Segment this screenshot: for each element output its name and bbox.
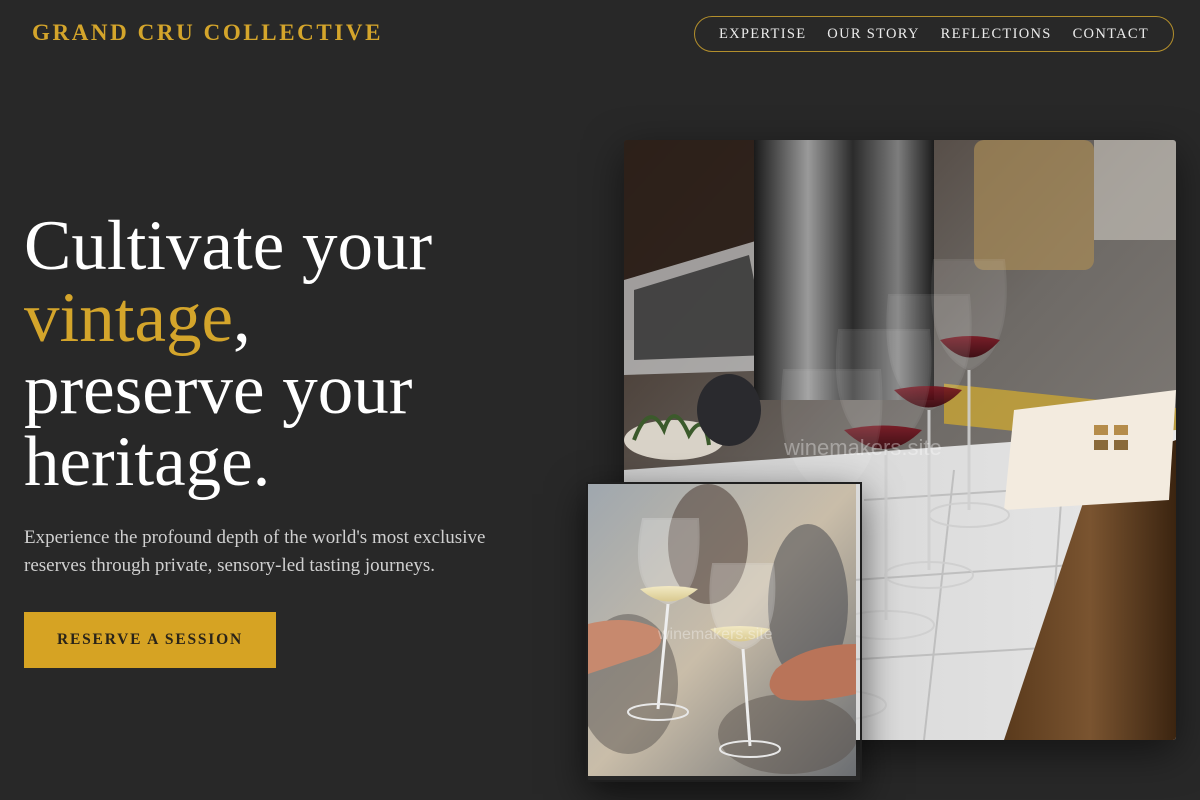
headline-line-3: preserve your bbox=[24, 351, 413, 429]
nav-item-our-story[interactable]: OUR STORY bbox=[827, 26, 919, 43]
wine-toast-photo: winemakers.site bbox=[586, 482, 862, 782]
headline-accent: vintage bbox=[24, 279, 233, 357]
wine-toast-illustration: winemakers.site bbox=[588, 484, 856, 776]
headline-comma: , bbox=[232, 279, 251, 357]
nav-item-expertise[interactable]: EXPERTISE bbox=[719, 26, 806, 43]
nav-item-contact[interactable]: CONTACT bbox=[1073, 26, 1149, 43]
hero-headline: Cultivate your vintage, preserve your he… bbox=[24, 210, 432, 498]
main-nav: EXPERTISE OUR STORY REFLECTIONS CONTACT bbox=[694, 16, 1174, 52]
nav-item-reflections[interactable]: REFLECTIONS bbox=[941, 26, 1052, 43]
brand-logo[interactable]: GRAND CRU COLLECTIVE bbox=[32, 20, 383, 46]
headline-line-1: Cultivate your bbox=[24, 207, 433, 285]
hero-subtitle: Experience the profound depth of the wor… bbox=[24, 527, 486, 576]
main-photo-watermark: winemakers.site bbox=[783, 435, 942, 460]
secondary-photo-watermark: winemakers.site bbox=[657, 626, 773, 643]
reserve-session-button[interactable]: RESERVE A SESSION bbox=[24, 612, 276, 668]
headline-line-4: heritage. bbox=[24, 423, 271, 501]
